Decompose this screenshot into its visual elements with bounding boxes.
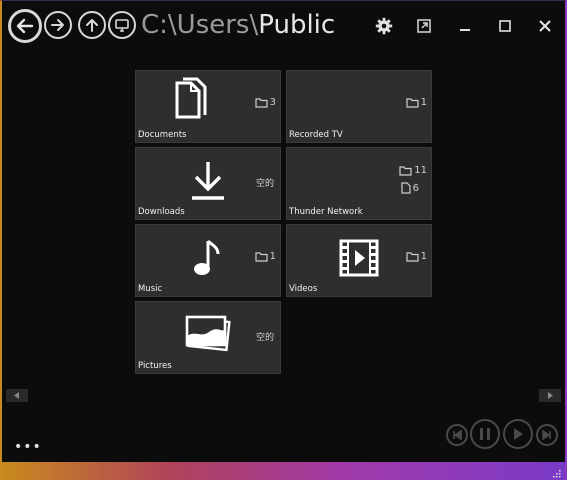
tile-label: Recorded TV [289, 130, 343, 140]
arrow-up-icon [86, 19, 98, 32]
folder-count: 1 [406, 251, 427, 262]
folder-tile-recorded-tv[interactable]: 1 Recorded TV [286, 70, 432, 143]
scroll-left-button[interactable] [6, 389, 28, 402]
tile-label: Documents [138, 130, 187, 140]
path-current-folder: Public [258, 10, 336, 40]
external-window-icon [417, 19, 431, 33]
minimize-button[interactable] [454, 15, 476, 37]
monitor-icon [115, 19, 129, 32]
folder-count: 11 [399, 165, 427, 176]
maximize-icon [499, 20, 511, 32]
documents-icon [175, 77, 207, 119]
file-count-value: 6 [412, 182, 419, 194]
folder-tile-thunder-network[interactable]: 11 6 Thunder Network [286, 147, 432, 220]
folder-count-value: 1 [420, 251, 427, 262]
maximize-button[interactable] [494, 15, 516, 37]
triangle-left-icon [14, 392, 19, 399]
play-icon [514, 428, 523, 440]
music-note-icon [193, 239, 220, 275]
pictures-icon [185, 315, 231, 352]
tile-label: Downloads [138, 207, 185, 217]
play-button[interactable] [503, 419, 533, 449]
folder-count-value: 1 [420, 97, 427, 108]
tile-label: Music [138, 284, 163, 294]
triangle-right-icon [548, 392, 553, 399]
close-button[interactable] [534, 15, 556, 37]
more-menu-button[interactable]: ••• [14, 439, 42, 455]
accent-bar [2, 462, 565, 480]
resize-grip-icon[interactable] [552, 469, 561, 478]
previous-track-button[interactable] [446, 424, 468, 446]
pause-button[interactable] [470, 419, 500, 449]
folder-tile-pictures[interactable]: 空的 Pictures [135, 301, 281, 374]
skip-previous-icon [453, 430, 462, 440]
folder-icon [255, 252, 268, 262]
folder-count-value: 1 [269, 251, 276, 262]
empty-status: 空的 [255, 333, 274, 343]
empty-status: 空的 [255, 179, 274, 189]
path-prefix: C:\Users\ [141, 10, 259, 40]
forward-button[interactable] [44, 11, 72, 39]
file-icon [401, 182, 411, 194]
folder-icon [255, 98, 268, 108]
minimize-icon [460, 29, 470, 31]
scroll-right-button[interactable] [539, 389, 561, 402]
folder-count-value: 11 [414, 165, 427, 176]
folder-count: 1 [406, 97, 427, 108]
folder-count-value: 3 [269, 97, 276, 108]
skip-next-icon [542, 430, 551, 440]
next-track-button[interactable] [536, 424, 558, 446]
settings-button[interactable] [373, 15, 395, 37]
up-button[interactable] [78, 11, 106, 39]
tile-label: Pictures [138, 361, 172, 371]
folder-icon [406, 98, 419, 108]
computer-button[interactable] [108, 11, 136, 39]
folder-tile-music[interactable]: 1 Music [135, 224, 281, 297]
address-path[interactable]: C:\Users\ Public [141, 10, 335, 42]
pause-icon [480, 428, 490, 440]
app-window: C:\Users\ Public 3 Documents 1 Recorded … [0, 0, 567, 480]
arrow-left-icon [16, 18, 34, 34]
tile-label: Thunder Network [289, 207, 363, 217]
folder-tile-downloads[interactable]: 空的 Downloads [135, 147, 281, 220]
folder-icon [406, 252, 419, 262]
arrow-right-icon [51, 19, 64, 31]
folder-tile-videos[interactable]: 1 Videos [286, 224, 432, 297]
gear-icon [375, 17, 393, 35]
folder-count: 1 [255, 251, 276, 262]
film-icon [339, 239, 379, 277]
open-external-button[interactable] [413, 15, 435, 37]
close-icon [539, 20, 551, 32]
file-count: 6 [401, 182, 419, 194]
tile-label: Videos [289, 284, 318, 294]
folder-tile-documents[interactable]: 3 Documents [135, 70, 281, 143]
back-button[interactable] [8, 9, 42, 43]
download-icon [192, 162, 224, 200]
folder-icon [399, 166, 412, 176]
folder-count: 3 [255, 97, 276, 108]
